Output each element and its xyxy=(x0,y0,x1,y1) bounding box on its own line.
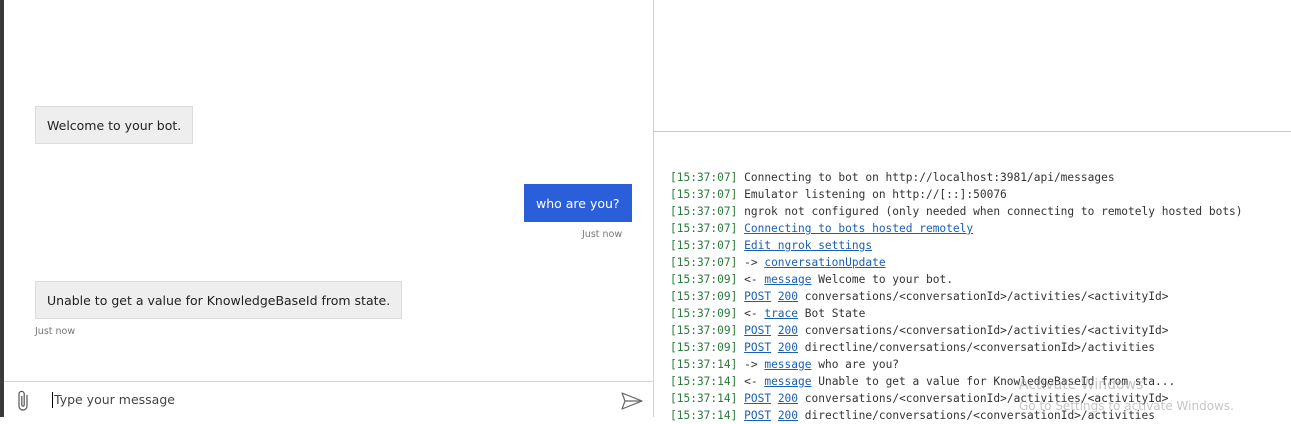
log-link[interactable]: POST xyxy=(744,341,771,354)
chat-pane: Welcome to your bot. who are you? Just n… xyxy=(4,0,653,418)
log-timestamp: [15:37:09] xyxy=(670,290,738,303)
log-line: [15:37:09] <- trace Bot State xyxy=(670,305,1243,322)
log-timestamp: [15:37:14] xyxy=(670,409,738,422)
log-text: Bot State xyxy=(798,307,866,320)
log-link[interactable]: POST xyxy=(744,409,771,422)
log-line: [15:37:07] Emulator listening on http://… xyxy=(670,186,1243,203)
log-link[interactable]: POST xyxy=(744,324,771,337)
log-link[interactable]: conversationUpdate xyxy=(764,256,885,269)
log-panel: [15:37:07] Connecting to bot on http://l… xyxy=(670,169,1243,424)
log-link[interactable]: message xyxy=(764,375,811,388)
log-text: <- xyxy=(744,273,765,286)
log-timestamp: [15:37:07] xyxy=(670,239,738,252)
log-line: [15:37:07] Edit ngrok settings xyxy=(670,237,1243,254)
log-line: [15:37:09] <- message Welcome to your bo… xyxy=(670,271,1243,288)
paperclip-icon[interactable] xyxy=(14,390,34,412)
message-timestamp: Just now xyxy=(582,229,623,240)
log-text: <- xyxy=(744,307,765,320)
send-icon[interactable] xyxy=(620,391,644,411)
message-input-bar: Type your message xyxy=(4,381,653,418)
log-line: [15:37:14] <- message Unable to get a va… xyxy=(670,373,1243,390)
bot-message-bubble: Welcome to your bot. xyxy=(35,106,194,144)
log-line: [15:37:07] -> conversationUpdate xyxy=(670,254,1243,271)
log-timestamp: [15:37:07] xyxy=(670,188,738,201)
log-link[interactable]: trace xyxy=(764,307,798,320)
log-timestamp: [15:37:14] xyxy=(670,392,738,405)
message-input[interactable]: Type your message xyxy=(52,392,175,408)
log-line: [15:37:09] POST 200 conversations/<conve… xyxy=(670,288,1243,305)
log-text: conversations/<conversationId>/activitie… xyxy=(798,290,1169,303)
inspector-pane: [15:37:07] Connecting to bot on http://l… xyxy=(654,0,1291,422)
log-link[interactable]: POST xyxy=(744,392,771,405)
log-line: [15:37:07] ngrok not configured (only ne… xyxy=(670,203,1243,220)
log-link[interactable]: 200 xyxy=(778,341,798,354)
log-timestamp: [15:37:07] xyxy=(670,222,738,235)
log-link[interactable]: 200 xyxy=(778,324,798,337)
log-timestamp: [15:37:09] xyxy=(670,307,738,320)
log-line: [15:37:07] Connecting to bots hosted rem… xyxy=(670,220,1243,237)
log-text: who are you? xyxy=(811,358,900,371)
log-text: Welcome to your bot. xyxy=(811,273,953,286)
log-text: -> xyxy=(744,358,765,371)
log-text: ngrok not configured (only needed when c… xyxy=(744,205,1243,218)
user-message-bubble: who are you? xyxy=(524,184,632,222)
log-link[interactable]: 200 xyxy=(778,409,798,422)
activate-windows-watermark: Activate Windows xyxy=(1019,377,1144,393)
log-link[interactable]: Connecting to bots hosted remotely xyxy=(744,222,973,235)
log-timestamp: [15:37:14] xyxy=(670,358,738,371)
log-link[interactable]: Edit ngrok settings xyxy=(744,239,872,252)
log-line: [15:37:14] -> message who are you? xyxy=(670,356,1243,373)
log-timestamp: [15:37:07] xyxy=(670,256,738,269)
log-text: directline/conversations/<conversationId… xyxy=(798,341,1156,354)
log-timestamp: [15:37:14] xyxy=(670,375,738,388)
log-text: conversations/<conversationId>/activitie… xyxy=(798,324,1169,337)
log-text: <- xyxy=(744,375,765,388)
log-line: [15:37:07] Connecting to bot on http://l… xyxy=(670,169,1243,186)
log-link[interactable]: 200 xyxy=(778,392,798,405)
log-timestamp: [15:37:07] xyxy=(670,171,738,184)
bot-message-bubble: Unable to get a value for KnowledgeBaseI… xyxy=(35,281,403,319)
log-link[interactable]: message xyxy=(764,358,811,371)
log-timestamp: [15:37:09] xyxy=(670,273,738,286)
log-text: -> xyxy=(744,256,765,269)
log-text: Connecting to bot on http://localhost:39… xyxy=(744,171,1115,184)
log-link[interactable]: POST xyxy=(744,290,771,303)
log-link[interactable]: 200 xyxy=(778,290,798,303)
log-timestamp: [15:37:09] xyxy=(670,341,738,354)
log-line: [15:37:09] POST 200 directline/conversat… xyxy=(670,339,1243,356)
log-panel-divider[interactable] xyxy=(654,131,1291,132)
log-link[interactable]: message xyxy=(764,273,811,286)
log-timestamp: [15:37:07] xyxy=(670,205,738,218)
log-text: Emulator listening on http://[::]:50076 xyxy=(744,188,1007,201)
log-timestamp: [15:37:09] xyxy=(670,324,738,337)
activate-windows-subtext: Go to Settings to activate Windows. xyxy=(1019,399,1234,413)
message-timestamp: Just now xyxy=(35,326,76,337)
log-line: [15:37:09] POST 200 conversations/<conve… xyxy=(670,322,1243,339)
